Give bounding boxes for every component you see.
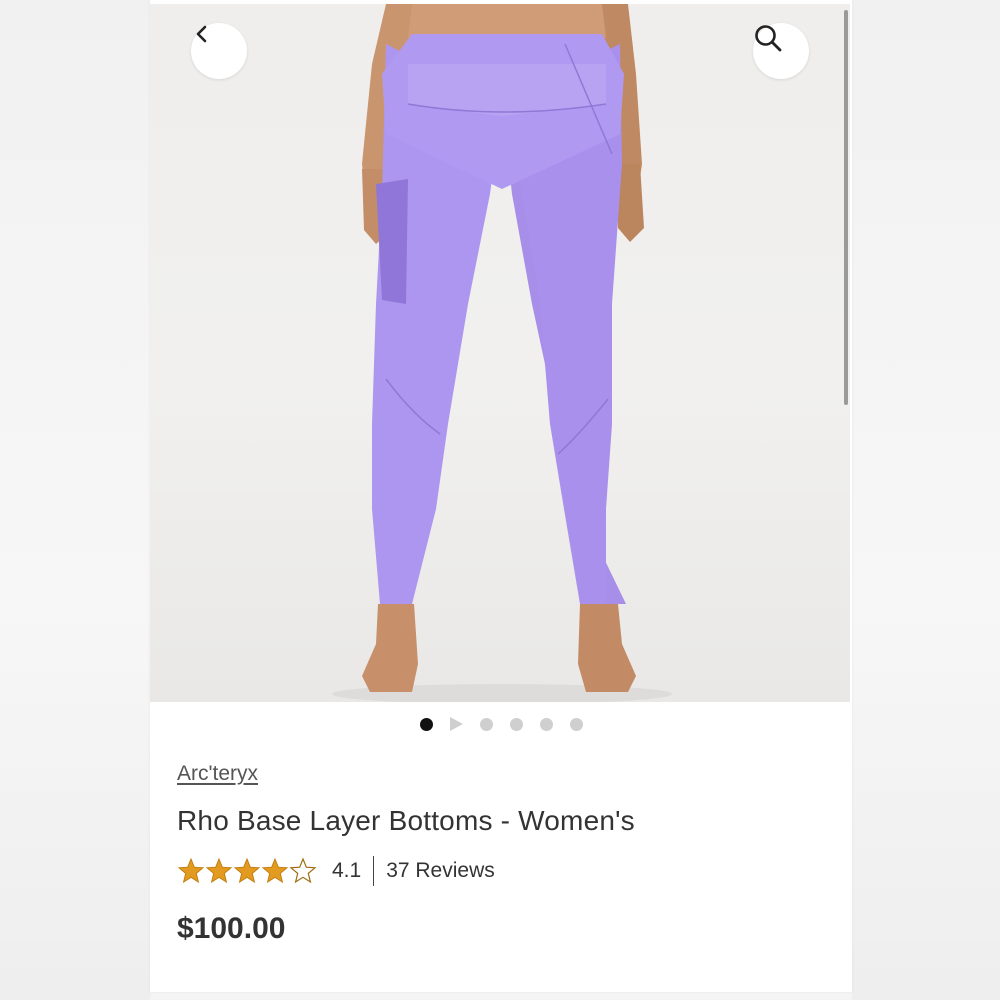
product-screen: Arc'teryx Rho Base Layer Bottoms - Women… xyxy=(150,0,852,992)
star-full-icon xyxy=(262,858,288,883)
rating-row[interactable]: 4.1 37 Reviews xyxy=(177,854,495,888)
star-rating xyxy=(177,857,318,885)
backdrop-right xyxy=(852,0,1000,1000)
product-price: $100.00 xyxy=(177,912,286,945)
back-button[interactable] xyxy=(191,23,247,79)
search-icon xyxy=(755,25,782,52)
carousel-dot-6[interactable] xyxy=(569,717,583,731)
carousel-dot-5[interactable] xyxy=(539,717,553,731)
search-button[interactable] xyxy=(753,23,809,79)
carousel-dot-3[interactable] xyxy=(479,717,493,731)
backdrop-left xyxy=(0,0,150,1000)
reviews-link[interactable]: 37 Reviews xyxy=(386,859,495,883)
image-carousel-indicator xyxy=(150,712,852,736)
leggings-photo xyxy=(332,4,672,702)
scrollbar[interactable] xyxy=(844,10,848,405)
star-empty-icon xyxy=(290,858,316,883)
star-full-icon xyxy=(178,858,204,883)
chevron-left-icon xyxy=(196,25,207,43)
carousel-dot-4[interactable] xyxy=(509,717,523,731)
carousel-dot-1[interactable] xyxy=(419,717,433,731)
star-full-icon xyxy=(206,858,232,883)
product-title: Rho Base Layer Bottoms - Women's xyxy=(177,805,635,836)
divider xyxy=(373,856,375,886)
brand-link[interactable]: Arc'teryx xyxy=(177,762,258,786)
star-icons xyxy=(178,858,316,883)
video-play-icon[interactable] xyxy=(449,717,463,731)
product-image[interactable] xyxy=(150,4,850,702)
rating-value: 4.1 xyxy=(332,859,362,882)
star-full-icon xyxy=(234,858,260,883)
